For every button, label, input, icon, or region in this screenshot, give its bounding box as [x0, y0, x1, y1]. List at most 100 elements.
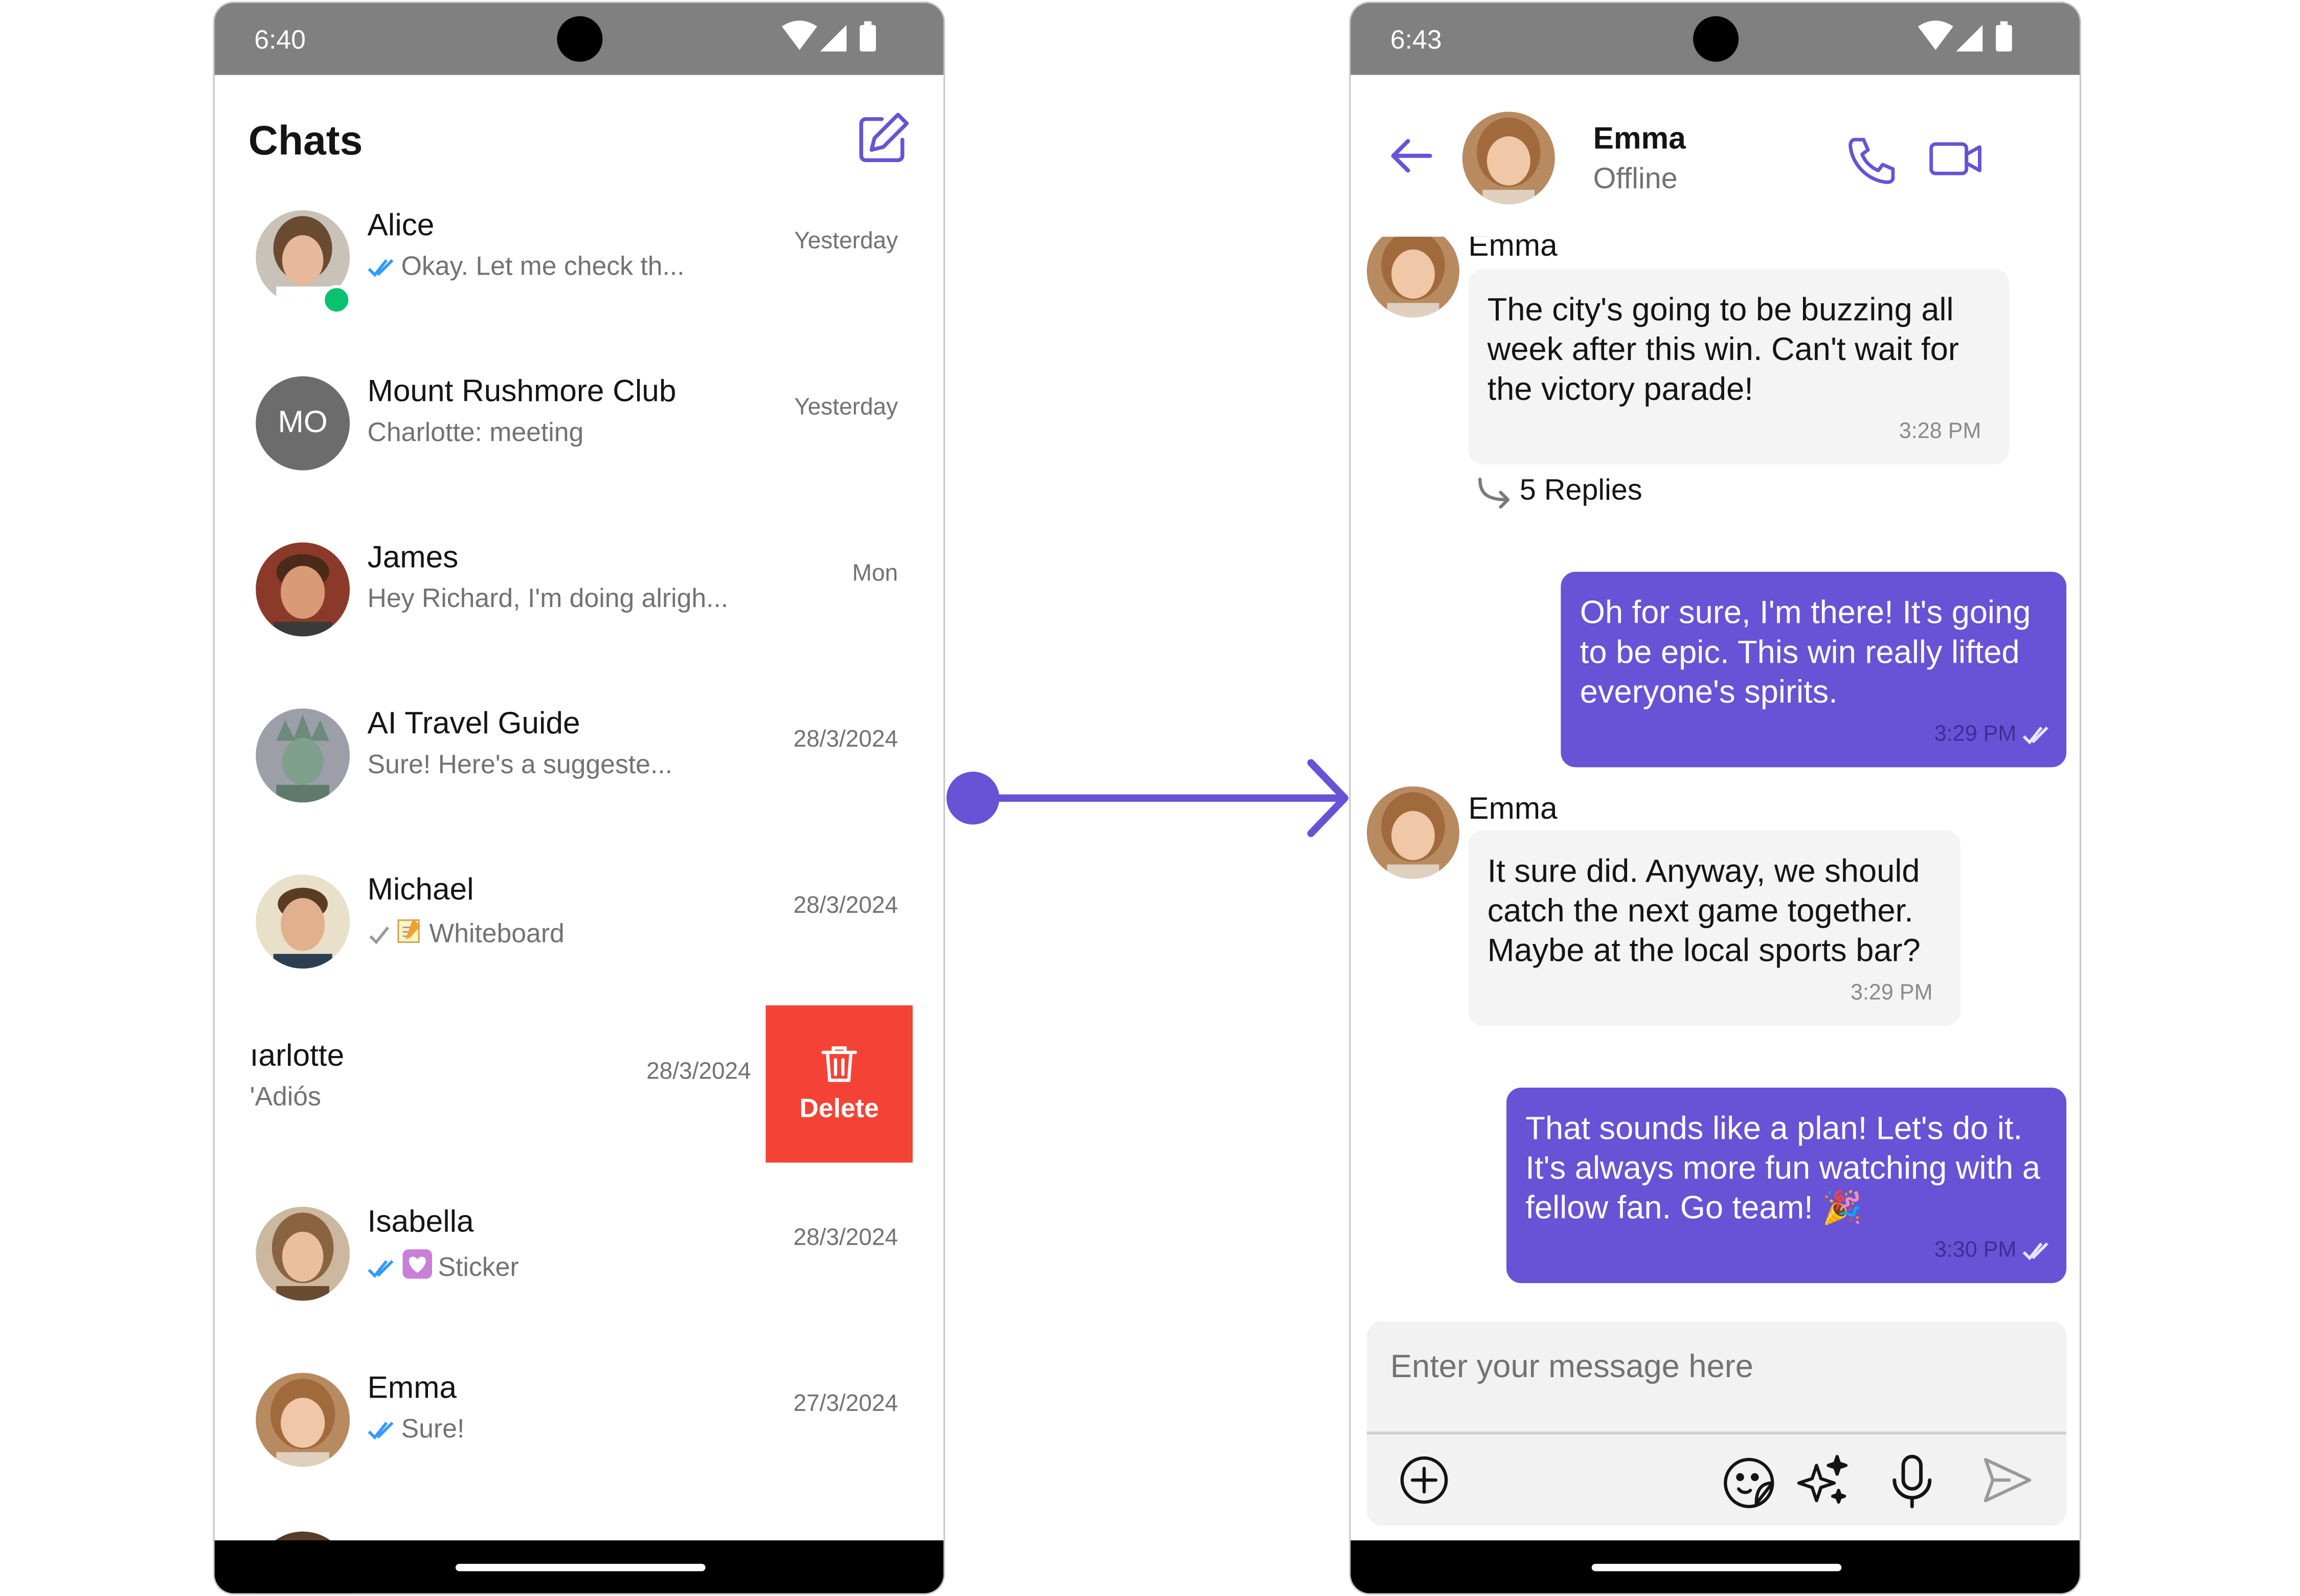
battery-icon	[860, 25, 876, 52]
message-bubble-outgoing[interactable]: Oh for sure, I'm there! It's going to be…	[1561, 572, 2067, 768]
chat-preview-text: Sticker	[438, 1252, 519, 1282]
message-text: The city's going to be buzzing all week …	[1487, 291, 1959, 408]
double-check-icon	[368, 1259, 394, 1277]
message-time: 3:29 PM	[1850, 980, 1933, 1005]
sticker-icon[interactable]	[1721, 1454, 1777, 1517]
chat-preview: Charlotte: meeting	[368, 417, 584, 448]
chat-list-item[interactable]: AI Travel Guide Sure! Here's a suggeste.…	[215, 669, 944, 830]
add-attachment-icon[interactable]	[1397, 1454, 1450, 1514]
transition-arrow-icon	[946, 759, 1349, 837]
conversation-header: Emma Offline	[1350, 75, 2080, 237]
message-composer	[1367, 1321, 2067, 1526]
trash-icon	[821, 1046, 857, 1082]
chat-preview: Sticker	[368, 1248, 519, 1288]
message-bubble-incoming[interactable]: It sure did. Anyway, we should catch the…	[1468, 830, 1961, 1026]
ai-sparkle-icon[interactable]	[1796, 1454, 1848, 1514]
double-check-icon	[2022, 726, 2048, 744]
avatar	[256, 542, 350, 637]
microphone-icon[interactable]	[1890, 1454, 1934, 1517]
message-time-wrap: 3:29 PM	[1851, 973, 1933, 1013]
conversation-screen: 6:43 Emma Offline Emma The city's going …	[1349, 1, 2081, 1595]
message-bubble-incoming[interactable]: The city's going to be buzzing all week …	[1468, 268, 2010, 465]
chat-time: 28/3/2024	[646, 1060, 751, 1085]
contact-name: Emma	[1593, 122, 1686, 156]
single-check-icon	[369, 926, 390, 944]
wifi-icon	[1918, 20, 1953, 50]
message-time: 3:30 PM	[1934, 1238, 2017, 1263]
double-check-icon	[2022, 1242, 2048, 1260]
status-time: 6:43	[1390, 25, 1442, 55]
chat-preview-text: Whiteboard	[429, 918, 565, 948]
wifi-icon	[782, 20, 818, 50]
chat-list-item[interactable]: Alice Okay. Let me check th... Yesterday	[215, 170, 944, 332]
chat-preview: 'Adiós	[250, 1082, 321, 1112]
signal-icon	[1956, 25, 1983, 52]
chat-name: Isabella	[367, 1205, 474, 1239]
chat-list-item[interactable]: Isabella Sticker 28/3/2024	[215, 1167, 944, 1329]
home-indicator[interactable]	[1591, 1564, 1842, 1571]
status-bar: 6:43	[1350, 3, 2080, 75]
chats-screen: 6:40 Chats Alice Okay. Let me check th..…	[213, 1, 945, 1595]
chat-time: Yesterday	[794, 395, 898, 421]
chat-time: 28/3/2024	[793, 1226, 898, 1251]
chat-list-item[interactable]: Michael Whiteboard 28/3/2024	[215, 835, 944, 997]
chat-preview: Hey Richard, I'm doing alrigh...	[368, 583, 729, 614]
chat-preview: Sure! Here's a suggeste...	[368, 750, 673, 780]
chat-preview-text: 'Adiós	[250, 1082, 321, 1111]
video-call-icon[interactable]	[1928, 138, 1984, 187]
camera-cutout	[1693, 16, 1739, 62]
avatar	[1367, 786, 1460, 879]
chat-preview: Sure!	[368, 1413, 465, 1445]
delete-label: Delete	[799, 1093, 879, 1123]
chat-preview-text: Sure! Here's a suggeste...	[367, 749, 673, 779]
chat-preview-text: Hey Richard, I'm doing alrigh...	[367, 583, 729, 613]
chat-name: James	[367, 541, 459, 575]
battery-icon	[1996, 25, 2012, 52]
chat-name: ıarlotte	[250, 1039, 345, 1073]
chat-name: Alice	[367, 209, 435, 243]
chat-preview: Okay. Let me check th...	[368, 251, 685, 282]
delete-button[interactable]: Delete	[765, 1005, 913, 1163]
chat-preview-text: Sure!	[401, 1413, 465, 1444]
chat-time: 28/3/2024	[793, 727, 898, 753]
back-arrow-icon[interactable]	[1389, 137, 1433, 182]
memo-icon	[395, 916, 424, 953]
message-time: 3:29 PM	[1934, 722, 2017, 747]
avatar-initials: MO	[256, 376, 350, 470]
message-text: It sure did. Anyway, we should catch the…	[1487, 852, 1921, 969]
thread-replies-link[interactable]: 5 Replies	[1476, 475, 1642, 508]
message-input[interactable]	[1390, 1347, 2037, 1386]
avatar	[256, 874, 350, 969]
status-bar: 6:40	[214, 3, 944, 75]
avatar[interactable]	[1462, 111, 1555, 205]
chat-preview-text: Okay. Let me check th...	[401, 251, 685, 281]
double-check-icon	[368, 1421, 394, 1439]
replies-count: 5 Replies	[1519, 475, 1642, 507]
avatar	[1367, 236, 1460, 318]
contact-status: Offline	[1593, 163, 1678, 196]
message-time-wrap: 3:28 PM	[1899, 412, 1981, 452]
message-list[interactable]: Emma The city's going to be buzzing all …	[1350, 236, 2080, 1310]
chat-time: 27/3/2024	[793, 1391, 898, 1417]
send-icon[interactable]	[1981, 1454, 2034, 1514]
message-bubble-outgoing[interactable]: That sounds like a plan! Let's do it. It…	[1506, 1087, 2067, 1284]
reply-arrow-icon	[1478, 477, 1510, 508]
chat-name: Michael	[367, 873, 474, 907]
chat-list-item[interactable]: MO Mount Rushmore Club Charlotte: meetin…	[215, 336, 944, 498]
home-indicator[interactable]	[456, 1564, 706, 1571]
message-sender: Emma	[1468, 792, 1558, 826]
heart-sticker-icon	[401, 1248, 434, 1288]
chat-time: Yesterday	[794, 229, 898, 255]
chat-list-item[interactable]: James Hey Richard, I'm doing alrigh... M…	[215, 503, 944, 664]
chat-time: Mon	[852, 561, 898, 587]
composer-divider	[1367, 1431, 2067, 1434]
navigation-bar	[1350, 1540, 2080, 1593]
chat-time: 28/3/2024	[793, 893, 898, 919]
phone-call-icon[interactable]	[1846, 134, 1899, 194]
chat-preview-text: Charlotte: meeting	[367, 417, 584, 447]
compose-icon[interactable]	[855, 110, 911, 174]
chat-name: Mount Rushmore Club	[367, 374, 677, 409]
message-time-wrap: 3:29 PM	[1934, 714, 2052, 754]
chat-list-item[interactable]: Emma Sure! 27/3/2024	[215, 1333, 944, 1495]
message-text: Oh for sure, I'm there! It's going to be…	[1580, 594, 2031, 710]
